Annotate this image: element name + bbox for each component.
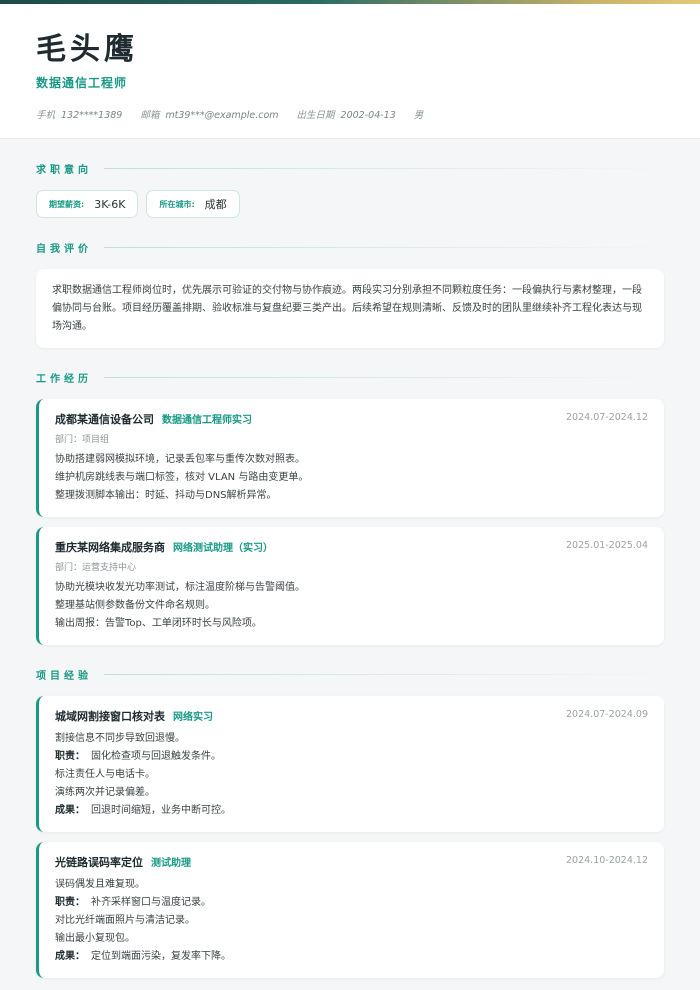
- project-item-2: 光链路误码率定位 测试助理 2024.10-2024.12 误码偶发且难复现。 …: [36, 842, 664, 978]
- project-result-line: 成果： 回退时间缩短，业务中断可控。: [55, 802, 648, 820]
- birth-item: 出生日期 2002-04-13: [297, 107, 396, 121]
- work-item-head: 重庆某网络集成服务商 网络测试助理（实习）: [55, 539, 648, 555]
- project-duty-line: 输出最小复现包。: [55, 933, 135, 944]
- phone-label: 手机: [36, 110, 56, 121]
- work-date: 2025.01-2025.04: [566, 540, 648, 551]
- city-chip: 所在城市: 成都: [146, 190, 240, 218]
- duty-text: 固化检查项与回退触发条件。: [91, 751, 221, 762]
- result-text: 定位到端面污染，复发率下降。: [91, 951, 231, 962]
- section-projects-head: 项目经验: [36, 667, 664, 682]
- work-item-1: 成都某通信设备公司 数据通信工程师实习 2024.07-2024.12 部门：项…: [36, 399, 664, 517]
- work-dept: 部门：运营支持中心: [55, 563, 137, 573]
- duty-text: 补齐采样窗口与温度记录。: [91, 897, 211, 908]
- project-date: 2024.07-2024.09: [566, 709, 648, 720]
- work-detail-line: 输出周报：告警Top、工单闭环时长与风险项。: [55, 618, 262, 629]
- candidate-title: 数据通信工程师: [36, 76, 128, 90]
- work-item-head: 成都某通信设备公司 数据通信工程师实习: [55, 411, 648, 427]
- project-duty-line: 演练两次并记录偏差。: [55, 787, 155, 798]
- result-text: 回退时间缩短，业务中断可控。: [91, 805, 231, 816]
- work-details: 协助光模块收发光功率测试，标注温度阶梯与告警阈值。 整理基站侧参数备份文件命名规…: [55, 579, 648, 633]
- result-label: 成果：: [55, 805, 85, 816]
- section-intent-head: 求职意向: [36, 161, 664, 176]
- email-item: 邮箱 mt39***@example.com: [140, 107, 278, 121]
- work-detail-line: 整理拨测脚本输出：时延、抖动与DNS解析异常。: [55, 490, 277, 501]
- project-details: 割接信息不同步导致回退慢。 职责： 固化检查项与回退触发条件。 标注责任人与电话卡…: [55, 730, 648, 820]
- project-duty-line: 职责： 固化检查项与回退触发条件。: [55, 748, 648, 766]
- work-role: 数据通信工程师实习: [162, 415, 252, 426]
- intent-chips: 期望薪资: 3K-6K 所在城市: 成都: [36, 190, 664, 218]
- section-divider: [104, 674, 664, 675]
- section-divider: [104, 377, 664, 378]
- section-divider: [104, 247, 664, 248]
- work-detail-line: 协助光模块收发光功率测试，标注温度阶梯与告警阈值。: [55, 582, 305, 593]
- work-detail-line: 维护机房跳线表与端口标签，核对 VLAN 与路由变更单。: [55, 472, 309, 483]
- project-duty-line: 标注责任人与电话卡。: [55, 769, 155, 780]
- project-result-line: 成果： 定位到端面污染，复发率下降。: [55, 948, 648, 966]
- resume-body: 求职意向 期望薪资: 3K-6K 所在城市: 成都 自我评价 求职数据通信工程师…: [0, 139, 700, 978]
- work-company: 成都某通信设备公司: [55, 413, 154, 426]
- project-desc: 割接信息不同步导致回退慢。: [55, 733, 185, 744]
- salary-value: 3K-6K: [94, 197, 126, 211]
- work-company: 重庆某网络集成服务商: [55, 541, 165, 554]
- duty-label: 职责：: [55, 897, 85, 908]
- section-title-work: 工作经历: [36, 374, 92, 385]
- city-label: 所在城市:: [159, 199, 195, 209]
- email-label: 邮箱: [140, 110, 160, 121]
- salary-label: 期望薪资:: [49, 199, 85, 209]
- section-title-self-eval: 自我评价: [36, 244, 92, 255]
- birth-label: 出生日期: [296, 110, 335, 121]
- contact-info: 手机 132****1389 邮箱 mt39***@example.com 出生日期…: [36, 107, 664, 121]
- project-role: 测试助理: [151, 858, 191, 869]
- section-title-projects: 项目经验: [36, 671, 92, 682]
- phone-item: 手机 132****1389: [36, 107, 122, 121]
- work-details: 协助搭建弱网模拟环境，记录丢包率与重传次数对照表。 维护机房跳线表与端口标签，核…: [55, 451, 648, 505]
- work-detail-line: 整理基站侧参数备份文件命名规则。: [55, 600, 215, 611]
- project-item-head: 光链路误码率定位 测试助理: [55, 854, 648, 870]
- email-value: mt39***@example.com: [165, 110, 279, 121]
- project-name: 光链路误码率定位: [55, 856, 143, 869]
- section-self-eval-head: 自我评价: [36, 240, 664, 255]
- project-item-head: 城域网割接窗口核对表 网络实习: [55, 708, 648, 724]
- project-details: 误码偶发且难复现。 职责： 补齐采样窗口与温度记录。 对比光纤端面照片与清洁记录。…: [55, 876, 648, 966]
- salary-chip: 期望薪资: 3K-6K: [36, 190, 139, 218]
- candidate-name: 毛头鹰: [36, 32, 138, 67]
- work-dept: 部门：项目组: [55, 435, 110, 445]
- project-duty-line: 对比光纤端面照片与清洁记录。: [55, 915, 195, 926]
- work-date: 2024.07-2024.12: [566, 412, 648, 423]
- project-name: 城域网割接窗口核对表: [55, 710, 165, 723]
- work-item-2: 重庆某网络集成服务商 网络测试助理（实习） 2025.01-2025.04 部门…: [36, 527, 664, 645]
- birth-value: 2002-04-13: [340, 110, 396, 121]
- phone-value: 132****1389: [61, 110, 123, 121]
- city-value: 成都: [204, 198, 227, 211]
- resume-header: 毛头鹰 数据通信工程师 手机 132****1389 邮箱 mt39***@exam…: [0, 4, 700, 139]
- section-work-head: 工作经历: [36, 370, 664, 385]
- project-date: 2024.10-2024.12: [566, 855, 648, 866]
- result-label: 成果：: [55, 951, 85, 962]
- project-role: 网络实习: [173, 712, 213, 723]
- project-duty-line: 职责： 补齐采样窗口与温度记录。: [55, 894, 648, 912]
- work-detail-line: 协助搭建弱网模拟环境，记录丢包率与重传次数对照表。: [55, 454, 305, 465]
- project-desc: 误码偶发且难复现。: [55, 879, 145, 890]
- gender-value: 男: [413, 110, 424, 121]
- self-eval-card: 求职数据通信工程师岗位时，优先展示可验证的交付物与协作痕迹。两段实习分别承担不同…: [36, 269, 664, 348]
- section-divider: [104, 168, 664, 169]
- work-role: 网络测试助理（实习）: [173, 543, 273, 554]
- project-item-1: 城域网割接窗口核对表 网络实习 2024.07-2024.09 割接信息不同步导…: [36, 696, 664, 832]
- section-title-intent: 求职意向: [36, 165, 92, 176]
- duty-label: 职责：: [55, 751, 85, 762]
